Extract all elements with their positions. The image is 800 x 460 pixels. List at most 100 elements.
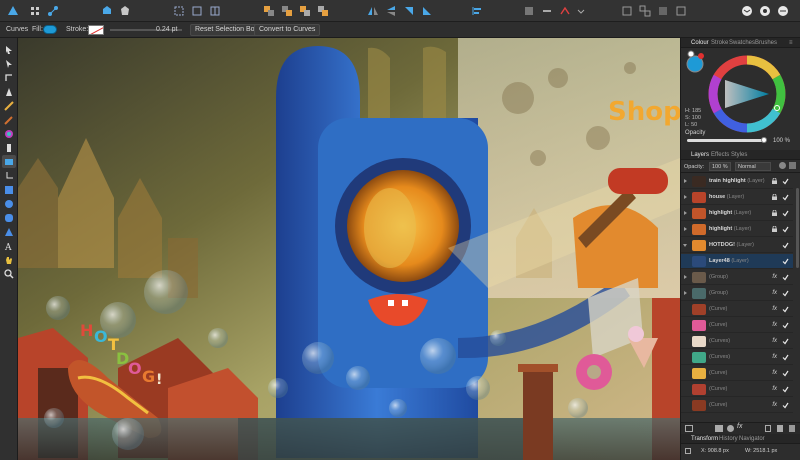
corner-tool-icon[interactable] — [2, 71, 16, 84]
assistant-icon[interactable] — [100, 4, 114, 18]
fill-swatch[interactable] — [43, 25, 57, 34]
expand-toggle-icon[interactable] — [683, 244, 687, 247]
fx-icon[interactable]: fx — [772, 274, 777, 280]
adjustment-icon[interactable] — [715, 425, 723, 432]
text-tool-icon[interactable]: A — [2, 239, 16, 252]
arrange-front-icon[interactable] — [316, 4, 330, 18]
geometry-icon[interactable] — [558, 4, 572, 18]
layer-mask-icon[interactable] — [685, 425, 693, 432]
align-icon[interactable] — [470, 4, 484, 18]
lock-icon[interactable] — [772, 177, 777, 184]
opacity-value[interactable]: 100 % — [773, 138, 790, 144]
live-filter-icon[interactable] — [727, 425, 734, 432]
export-persona-icon[interactable] — [46, 4, 60, 18]
layer-settings-gear-icon[interactable] — [779, 162, 786, 169]
visibility-check-icon[interactable] — [782, 274, 789, 281]
layer-row[interactable]: (Curve) fx — [681, 382, 793, 397]
node-tool-icon[interactable] — [2, 57, 16, 70]
visibility-check-icon[interactable] — [782, 386, 789, 393]
tab-colour[interactable]: Colour — [691, 40, 709, 46]
ellipse-tool-icon[interactable] — [2, 197, 16, 210]
layer-row[interactable]: (Curve) fx — [681, 318, 793, 333]
rotate-right-icon[interactable] — [420, 4, 434, 18]
expand-toggle-icon[interactable] — [684, 275, 687, 279]
visibility-check-icon[interactable] — [782, 210, 789, 217]
vector-brush-icon[interactable] — [2, 113, 16, 126]
fill-tool-icon[interactable] — [2, 127, 16, 140]
layer-row[interactable]: (Group) fx — [681, 270, 793, 285]
convert-to-curves-button[interactable]: Convert to Curves — [254, 24, 321, 36]
grid-icon[interactable] — [208, 4, 222, 18]
colour-studio-icon[interactable] — [758, 4, 772, 18]
expand-toggle-icon[interactable] — [684, 291, 687, 295]
tab-styles[interactable]: Styles — [731, 152, 747, 158]
group-icon[interactable] — [620, 4, 634, 18]
geometry-dropdown-icon[interactable] — [574, 4, 588, 18]
opacity-slider[interactable] — [687, 139, 763, 142]
tab-transform[interactable]: Transform — [691, 436, 718, 442]
anchor-point-icon[interactable] — [685, 448, 691, 454]
transform-x[interactable]: X: 908.8 px — [701, 448, 729, 454]
tab-navigator[interactable]: Navigator — [739, 436, 765, 442]
lock-icon[interactable] — [772, 209, 777, 216]
tab-effects[interactable]: Effects — [711, 152, 729, 158]
layers-studio-icon[interactable] — [740, 4, 754, 18]
expand-toggle-icon[interactable] — [684, 227, 687, 231]
document-canvas[interactable]: Shop H O T D O G ! — [18, 38, 680, 460]
fx-icon[interactable]: fx — [772, 370, 777, 376]
layer-row[interactable]: train highlight (Layer) — [681, 174, 793, 189]
visibility-check-icon[interactable] — [782, 370, 789, 377]
tab-stroke[interactable]: Stroke — [711, 40, 728, 46]
opacity-slider-handle[interactable] — [761, 137, 767, 143]
flip-vertical-icon[interactable] — [384, 4, 398, 18]
layer-row[interactable]: Layer48 (Layer) — [681, 254, 793, 269]
pen-tool-icon[interactable] — [2, 85, 16, 98]
visibility-check-icon[interactable] — [782, 354, 789, 361]
lock-icon[interactable] — [772, 193, 777, 200]
fx-icon[interactable]: fx — [772, 306, 777, 312]
lock-icon[interactable] — [772, 225, 777, 232]
tab-brushes[interactable]: Brushes — [755, 40, 777, 46]
layer-row[interactable]: (Curve) fx — [681, 302, 793, 317]
layer-row[interactable]: HOTDOG! (Layer) — [681, 238, 793, 253]
layer-row[interactable]: (Curve) fx — [681, 366, 793, 381]
move-tool-icon[interactable] — [2, 43, 16, 56]
panel-menu-icon[interactable]: ≡ — [789, 40, 793, 46]
visibility-check-icon[interactable] — [782, 402, 789, 409]
place-image-tool-icon[interactable] — [2, 155, 16, 168]
blend-mode-select[interactable]: Normal — [735, 162, 771, 171]
transform-w[interactable]: W: 2518.1 px — [745, 448, 777, 454]
reset-selection-box-button[interactable]: Reset Selection Box — [190, 24, 264, 36]
tab-swatches[interactable]: Swatches — [729, 40, 755, 46]
visibility-check-icon[interactable] — [782, 290, 789, 297]
visibility-check-icon[interactable] — [782, 306, 789, 313]
crop-tool-icon[interactable] — [2, 169, 16, 182]
stroke-studio-icon[interactable] — [776, 4, 790, 18]
view-mode-icon[interactable] — [172, 4, 186, 18]
visibility-check-icon[interactable] — [782, 242, 789, 249]
arrange-forward-icon[interactable] — [298, 4, 312, 18]
fx-icon[interactable]: fx — [772, 354, 777, 360]
flip-horizontal-icon[interactable] — [366, 4, 380, 18]
clip-icon[interactable] — [674, 4, 688, 18]
layer-row[interactable]: highlight (Layer) — [681, 222, 793, 237]
tab-layers[interactable]: Layers — [691, 152, 709, 158]
layer-row[interactable]: highlight (Layer) — [681, 206, 793, 221]
expand-toggle-icon[interactable] — [684, 211, 687, 215]
layer-fx-icon[interactable]: fx — [737, 423, 742, 430]
hand-tool-icon[interactable] — [2, 253, 16, 266]
rectangle-tool-icon[interactable] — [2, 183, 16, 196]
layer-row[interactable]: (Curves) fx — [681, 350, 793, 365]
layer-row[interactable]: house (Layer) — [681, 190, 793, 205]
delete-layer-icon[interactable] — [789, 425, 795, 432]
mask-icon[interactable] — [656, 4, 670, 18]
arrange-back-icon[interactable] — [262, 4, 276, 18]
layer-row[interactable]: (Curve) fx — [681, 398, 793, 413]
visibility-check-icon[interactable] — [782, 338, 789, 345]
tab-history[interactable]: History — [719, 436, 738, 442]
expand-toggle-icon[interactable] — [684, 179, 687, 183]
visibility-check-icon[interactable] — [782, 226, 789, 233]
triangle-tool-icon[interactable] — [2, 225, 16, 238]
stroke-swatch[interactable] — [88, 25, 104, 35]
pixel-persona-icon[interactable] — [28, 4, 42, 18]
